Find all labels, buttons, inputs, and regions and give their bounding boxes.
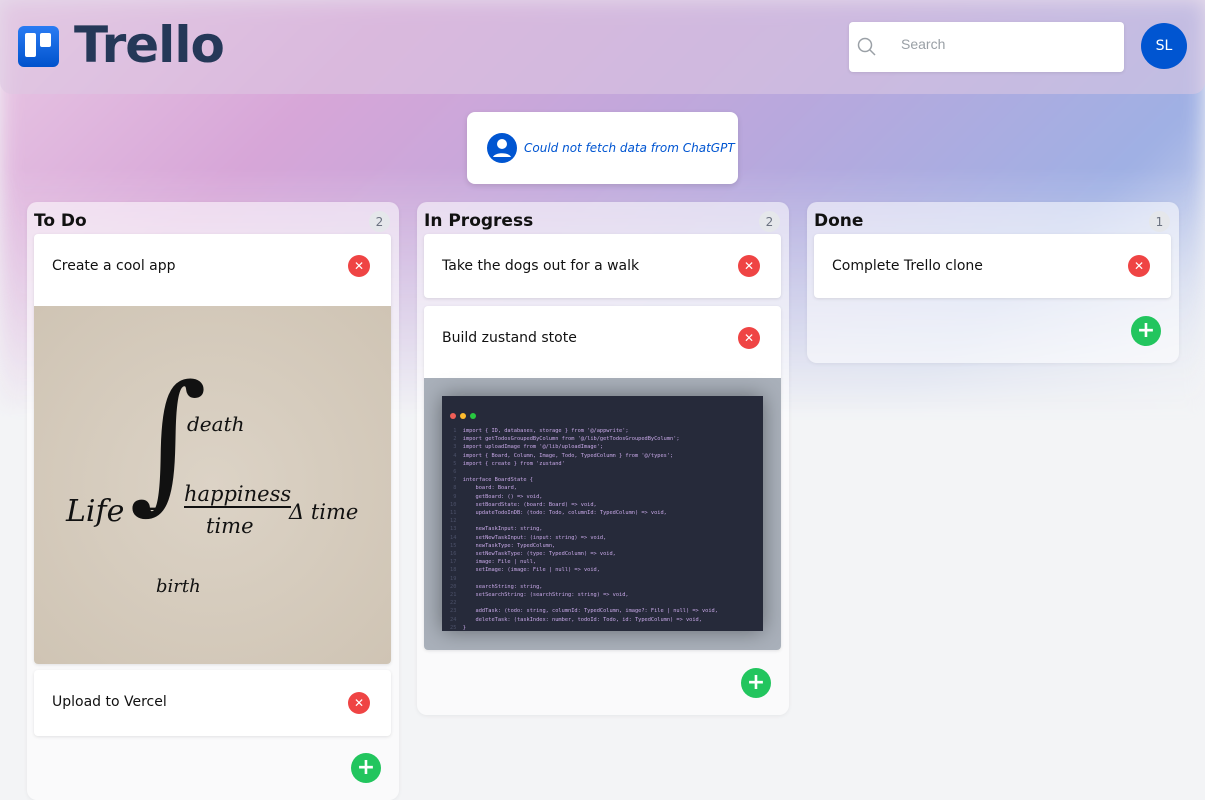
card-title: Upload to Vercel (52, 694, 167, 710)
code-line: 16 setNewTaskType: (type: TypedColumn) =… (450, 551, 616, 558)
code-line: 21 setSearchString: (searchString: strin… (450, 592, 629, 599)
column-inprogress: In Progress 2 Take the dogs out for a wa… (417, 202, 789, 715)
code-line: 10 setBoardState: (board: Board) => void… (450, 501, 597, 508)
code-line: 12 (450, 518, 463, 525)
code-line: 1 import { ID, databases, storage } from… (450, 428, 629, 434)
code-line: 17 image: File | null, (450, 559, 537, 566)
todo-card[interactable]: Build zustand stote ✕ 1 import { ID, dat… (424, 306, 781, 650)
code-line: 18 setImage: (image: File | null) => voi… (450, 567, 600, 574)
code-line: 3 import uploadImage from '@/lib/uploadI… (450, 444, 604, 451)
todo-card[interactable]: Upload to Vercel ✕ (34, 670, 391, 736)
delete-button[interactable]: ✕ (348, 255, 370, 277)
code-line: 19 (450, 575, 463, 582)
card-title: Create a cool app (52, 258, 176, 274)
header: Trello SL (0, 0, 1205, 94)
delete-button[interactable]: ✕ (738, 327, 760, 349)
add-todo-button[interactable]: + (1131, 316, 1161, 346)
card-title: Complete Trello clone (832, 258, 983, 274)
ai-summary-notice: Could not fetch data from ChatGPT (467, 112, 738, 184)
add-todo-button[interactable]: + (741, 668, 771, 698)
card-title: Build zustand stote (442, 330, 577, 346)
card-count: 1 (1149, 211, 1170, 232)
code-line: 6 (450, 469, 463, 476)
card-count: 2 (369, 211, 390, 232)
code-line: 23 addTask: (todo: string, columnId: Typ… (450, 608, 718, 615)
column-title: To Do (34, 211, 87, 231)
avatar[interactable]: SL (1141, 23, 1187, 69)
notice-text: Could not fetch data from ChatGPT (524, 141, 735, 155)
add-todo-button[interactable]: + (351, 753, 381, 783)
code-line: 4 import { Board, Column, Image, Todo, T… (450, 452, 674, 459)
column-title: In Progress (424, 211, 534, 231)
delete-button[interactable]: ✕ (738, 255, 760, 277)
todo-card[interactable]: Complete Trello clone ✕ (814, 234, 1171, 298)
code-line: 14 setNewTaskInput: (input: string) => v… (450, 534, 607, 541)
delete-button[interactable]: ✕ (348, 692, 370, 714)
card-count: 2 (759, 211, 780, 232)
todo-card[interactable]: Create a cool app ✕ Life = ∫ death happi… (34, 234, 391, 664)
search-input[interactable] (901, 36, 1101, 52)
column-title: Done (814, 211, 864, 231)
trello-logo-icon[interactable] (18, 26, 59, 67)
code-line: 11 updateTodoInDB: (todo: Todo, columnId… (450, 510, 667, 517)
search-box[interactable] (849, 22, 1124, 72)
card-title: Take the dogs out for a walk (442, 258, 640, 274)
card-image: Life = ∫ death happiness time Δ time bir… (34, 306, 391, 664)
search-icon (857, 37, 876, 56)
code-line: 24 deleteTask: (taskIndex: number, todoI… (450, 616, 702, 623)
code-line: 9 getBoard: () => void, (450, 493, 543, 500)
code-line: 8 board: Board, (450, 485, 517, 492)
delete-button[interactable]: ✕ (1128, 255, 1150, 277)
code-line: 5 import { create } from 'zustand' (450, 460, 565, 467)
code-line: 25 } (450, 624, 466, 631)
code-line: 7 interface BoardState { (450, 477, 533, 484)
column-todo: To Do 2 Create a cool app ✕ Life = ∫ dea… (27, 202, 399, 800)
code-line: 15 newTaskType: TypedColumn, (450, 542, 556, 549)
code-line: 13 newTaskInput: string, (450, 526, 543, 533)
code-line: 2 import getTodosGroupedByColumn from '@… (450, 436, 680, 443)
user-circle-icon (487, 133, 517, 163)
todo-card[interactable]: Take the dogs out for a walk ✕ (424, 234, 781, 298)
code-line: 22 (450, 600, 463, 607)
card-image: 1 import { ID, databases, storage } from… (424, 378, 781, 650)
brand-name[interactable]: Trello (74, 16, 225, 74)
code-line: 20 searchString: string, (450, 583, 543, 590)
column-done: Done 1 Complete Trello clone ✕ + (807, 202, 1179, 363)
